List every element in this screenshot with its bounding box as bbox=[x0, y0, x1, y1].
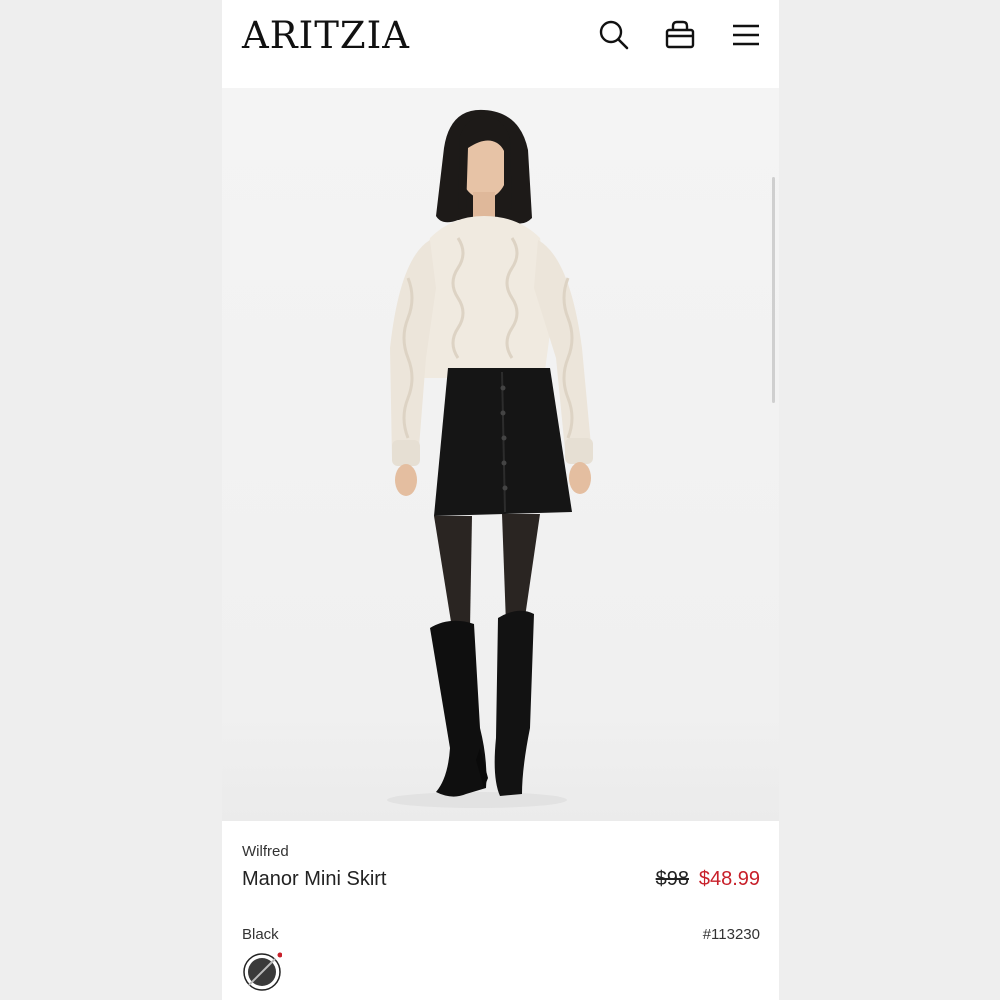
color-swatch-black[interactable] bbox=[242, 952, 283, 992]
sale-price: $48.99 bbox=[698, 868, 760, 890]
selected-color-label: Black bbox=[242, 926, 279, 943]
left-backdrop bbox=[0, 0, 222, 1000]
original-price: $98 bbox=[655, 868, 689, 890]
brand-logo[interactable]: ARITZIA bbox=[242, 14, 410, 57]
bag-icon[interactable] bbox=[663, 18, 697, 52]
menu-icon[interactable] bbox=[729, 18, 763, 52]
phone-screen: ARITZIA Wilfred Manor Mini Skirt $98 $48… bbox=[222, 0, 779, 1000]
product-image[interactable] bbox=[222, 88, 779, 821]
right-backdrop bbox=[779, 0, 1000, 1000]
product-name: Manor Mini Skirt bbox=[242, 868, 387, 890]
product-sku: #113230 bbox=[702, 926, 760, 943]
site-header: ARITZIA bbox=[222, 0, 779, 88]
search-icon[interactable] bbox=[597, 18, 631, 52]
image-scrollbar[interactable] bbox=[772, 177, 775, 403]
model-illustration bbox=[387, 109, 593, 808]
product-brand[interactable]: Wilfred bbox=[242, 843, 289, 860]
